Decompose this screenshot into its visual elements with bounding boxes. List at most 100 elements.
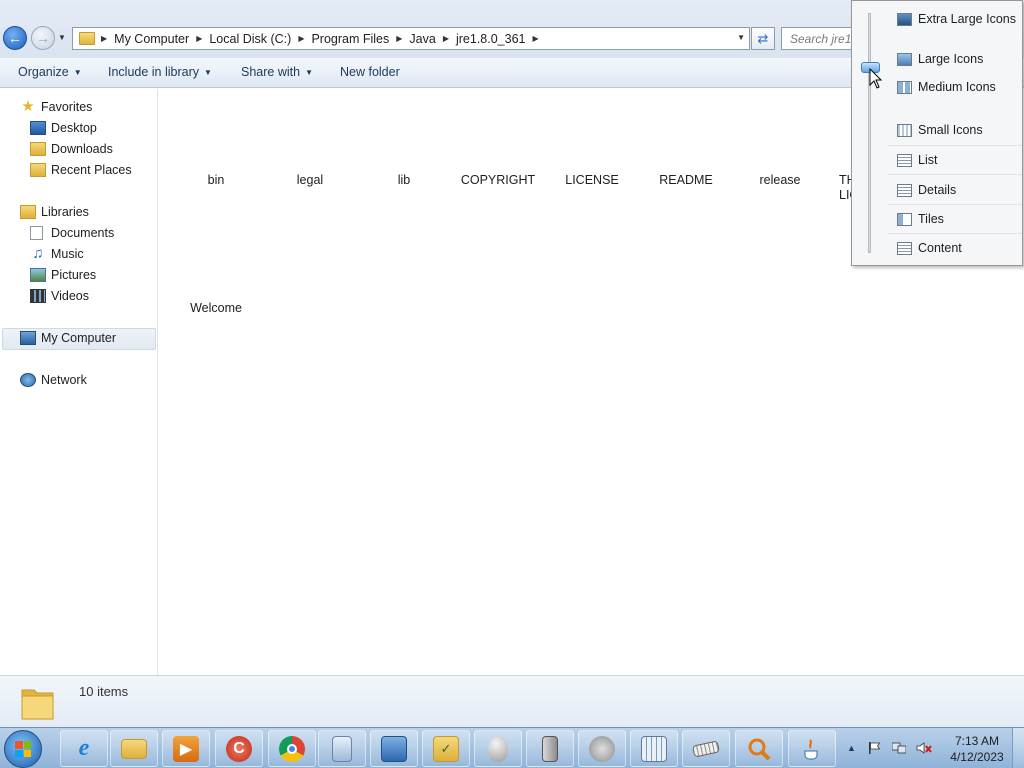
nav-libraries[interactable]: Libraries <box>20 205 89 219</box>
view-list[interactable]: List <box>897 149 1023 171</box>
taskbar-chrome[interactable] <box>268 730 316 767</box>
media-player-icon: ▶ <box>173 735 199 762</box>
view-item-label: Tiles <box>918 212 944 226</box>
file-label: README <box>659 173 713 187</box>
view-medium-icons[interactable]: Medium Icons <box>897 76 1023 98</box>
forward-button[interactable]: → <box>31 26 55 50</box>
magnifier-icon <box>746 736 772 762</box>
view-details[interactable]: Details <box>897 179 1023 201</box>
nav-item-recent-places[interactable]: Recent Places <box>30 163 132 177</box>
videos-icon <box>30 289 46 303</box>
folder-icon <box>79 32 95 45</box>
file-item-release[interactable]: release <box>733 173 827 187</box>
dropdown-caret-icon: ▼ <box>73 67 82 77</box>
address-bar[interactable]: ▶ My Computer ▶ Local Disk (C:) ▶ Program … <box>72 27 750 50</box>
taskbar-java[interactable] <box>788 730 836 767</box>
recent-pages-dropdown-icon[interactable]: ▼ <box>58 33 66 42</box>
nav-item-music[interactable]: ♫ Music <box>30 246 83 261</box>
view-tiles[interactable]: Tiles <box>897 208 1023 230</box>
server-manager-icon <box>542 735 558 762</box>
nav-item-downloads[interactable]: Downloads <box>30 142 113 156</box>
view-large-icons[interactable]: Large Icons <box>897 48 1023 70</box>
taskbar-media-player[interactable]: ▶ <box>162 730 210 767</box>
taskbar-ccleaner[interactable]: C <box>215 730 263 767</box>
refresh-button[interactable]: ⇄ <box>751 27 775 50</box>
taskbar-keyboard[interactable] <box>682 730 730 767</box>
taskbar-control-panel[interactable] <box>370 730 418 767</box>
view-extra-large-icons[interactable]: Extra Large Icons <box>897 8 1023 30</box>
clock[interactable]: 7:13 AM 4/12/2023 <box>942 733 1012 765</box>
organize-button[interactable]: Organize ▼ <box>18 65 82 79</box>
taskbar-internet-explorer[interactable]: e <box>60 730 108 767</box>
file-item-bin[interactable]: bin <box>169 173 263 187</box>
taskbar-speaker[interactable] <box>578 730 626 767</box>
refresh-icon: ⇄ <box>757 30 769 46</box>
view-small-icons[interactable]: Small Icons <box>897 119 1023 141</box>
tiles-view-icon <box>897 212 912 226</box>
list-view-icon <box>897 153 912 167</box>
breadcrumb-item[interactable]: My Computer ▶ <box>114 32 209 46</box>
include-in-library-button[interactable]: Include in library ▼ <box>108 65 212 79</box>
clock-date: 4/12/2023 <box>950 750 1004 764</box>
new-folder-button[interactable]: New folder <box>340 65 400 79</box>
start-button[interactable] <box>4 730 42 768</box>
file-item-copyright[interactable]: COPYRIGHT <box>451 173 545 187</box>
search-input[interactable]: Search jre1.8 <box>781 27 861 50</box>
breadcrumb-item[interactable]: Local Disk (C:) ▶ <box>209 32 311 46</box>
view-content[interactable]: Content <box>897 237 1023 259</box>
breadcrumb-item[interactable]: Java ▶ <box>409 32 456 46</box>
nav-label: Favorites <box>41 100 93 114</box>
internet-explorer-icon: e <box>78 735 90 761</box>
documents-icon <box>30 226 43 240</box>
file-item-readme[interactable]: README <box>639 173 733 187</box>
show-desktop-button[interactable] <box>1012 728 1024 768</box>
nav-item-documents[interactable]: Documents <box>30 226 114 240</box>
file-item-license[interactable]: LICENSE <box>545 173 639 187</box>
nav-item-videos[interactable]: Videos <box>30 289 89 303</box>
file-label: COPYRIGHT <box>460 173 536 187</box>
taskbar-file-explorer[interactable] <box>110 730 158 767</box>
nav-network[interactable]: Network <box>20 373 87 387</box>
nav-label: Desktop <box>51 121 97 135</box>
view-item-label: Large Icons <box>918 52 984 66</box>
nav-favorites[interactable]: ★ Favorites <box>20 98 93 115</box>
taskbar-calculator[interactable] <box>630 730 678 767</box>
action-center-flag-icon[interactable] <box>868 742 882 754</box>
file-label: lib <box>397 173 411 187</box>
show-hidden-icons-icon[interactable]: ▲ <box>847 743 856 753</box>
view-item-label: Content <box>918 241 962 255</box>
file-item-welcome[interactable]: Welcome <box>169 301 263 315</box>
folder-tasks-icon: ✓ <box>433 735 459 762</box>
taskbar-notepad[interactable] <box>318 730 366 767</box>
volume-muted-icon[interactable] <box>916 742 932 754</box>
share-with-button[interactable]: Share with ▼ <box>241 65 313 79</box>
network-icon <box>20 373 36 387</box>
nav-item-pictures[interactable]: Pictures <box>30 268 96 282</box>
taskbar: e ▶ C ✓ ▲ 7:13 AM 4/12/2023 <box>0 727 1024 768</box>
taskbar-search[interactable] <box>735 730 783 767</box>
breadcrumb-item[interactable]: jre1.8.0_361 ▶ <box>456 32 546 46</box>
taskbar-mouse[interactable] <box>474 730 522 767</box>
view-slider-track[interactable] <box>868 13 871 253</box>
taskbar-server-manager[interactable] <box>526 730 574 767</box>
taskbar-folder-tasks[interactable]: ✓ <box>422 730 470 767</box>
nav-item-desktop[interactable]: Desktop <box>30 121 97 135</box>
file-item-legal[interactable]: legal <box>263 173 357 187</box>
breadcrumb-root-sep[interactable]: ▶ <box>101 34 114 43</box>
large-icons-icon <box>897 52 912 66</box>
breadcrumb-item[interactable]: Program Files ▶ <box>311 32 409 46</box>
back-button[interactable]: ← <box>3 26 27 50</box>
file-item-lib[interactable]: lib <box>357 173 451 187</box>
nav-label: Pictures <box>51 268 97 282</box>
view-item-label: List <box>918 153 938 167</box>
nav-label: My Computer <box>41 331 117 345</box>
address-history-dropdown-icon[interactable]: ▼ <box>737 33 745 42</box>
nav-label: Network <box>41 373 87 387</box>
nav-label: Libraries <box>41 205 89 219</box>
control-panel-icon <box>381 735 407 762</box>
nav-my-computer[interactable]: My Computer <box>20 331 116 345</box>
network-status-icon[interactable] <box>891 742 907 754</box>
breadcrumb-label: Java <box>409 31 436 46</box>
star-icon: ★ <box>21 98 35 115</box>
nav-label: Videos <box>51 289 89 303</box>
